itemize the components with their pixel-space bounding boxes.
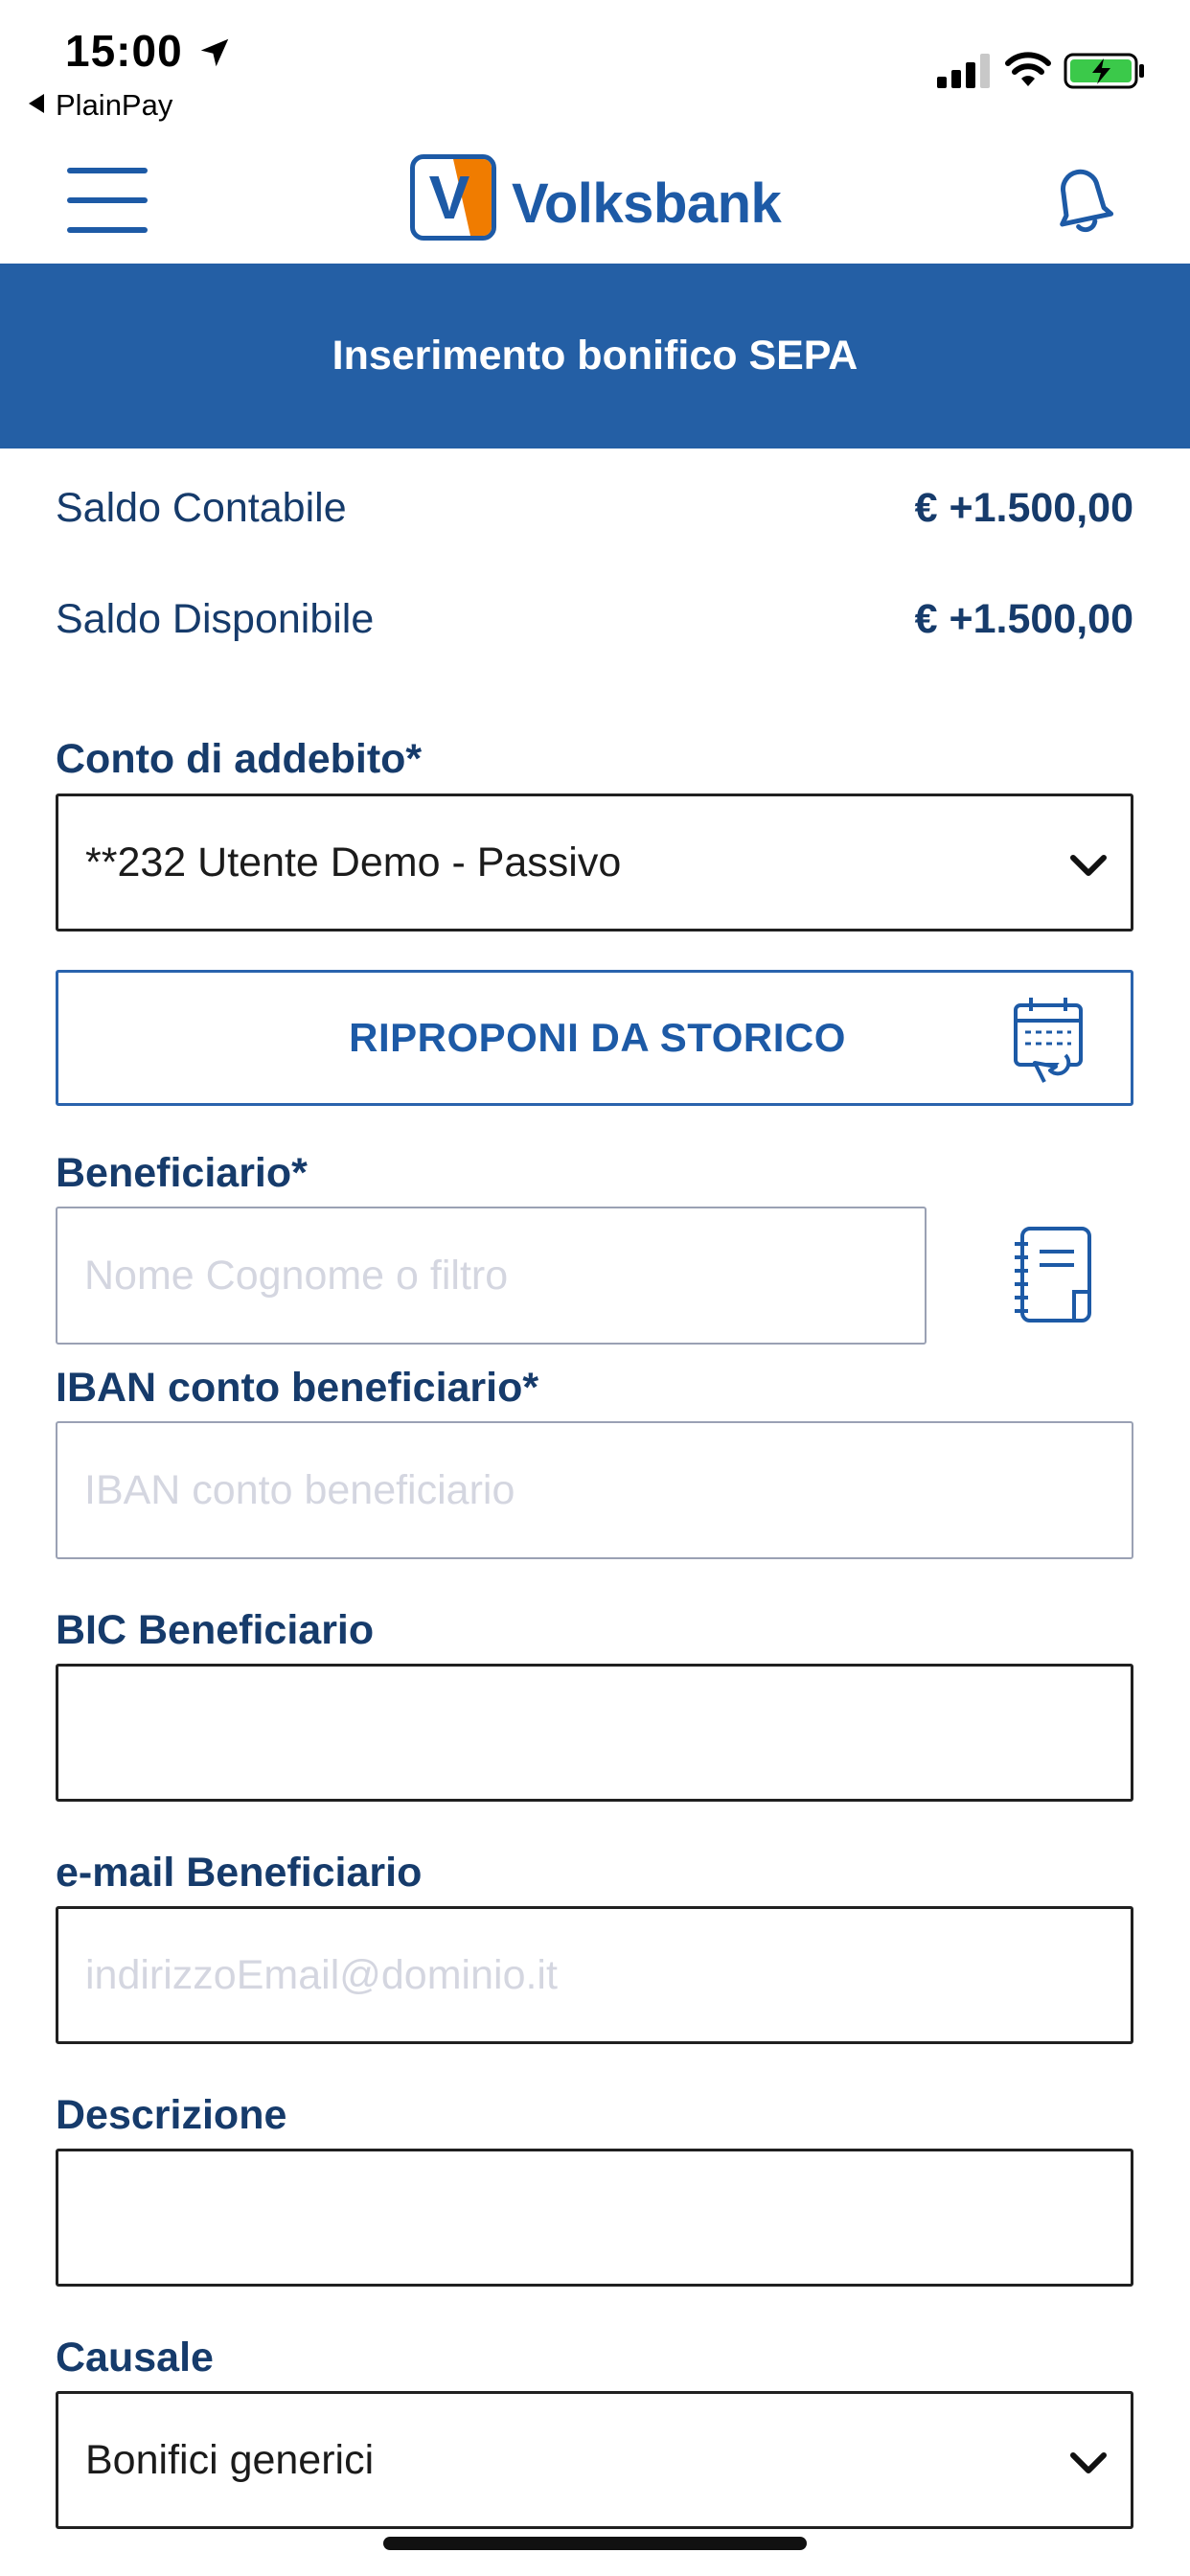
description-label: Descrizione: [56, 2092, 287, 2138]
chevron-down-icon: [1070, 855, 1107, 876]
email-label: e-mail Beneficiario: [56, 1850, 423, 1896]
bell-icon[interactable]: [1044, 160, 1121, 241]
email-input[interactable]: indirizzoEmail@dominio.it: [56, 1906, 1133, 2044]
calendar-history-icon: [1014, 998, 1083, 1083]
location-arrow-icon: [200, 38, 229, 67]
balance-label: Saldo Disponibile: [56, 595, 375, 642]
wifi-icon: [1005, 52, 1051, 86]
page-title-bar: Inserimento bonifico SEPA: [0, 264, 1190, 448]
email-placeholder: indirizzoEmail@dominio.it: [85, 1951, 558, 1998]
hamburger-menu-icon[interactable]: [67, 168, 148, 233]
cellular-signal-icon: [937, 54, 990, 88]
account-select[interactable]: **232 Utente Demo - Passivo: [56, 794, 1133, 932]
beneficiary-label: Beneficiario*: [56, 1150, 308, 1196]
address-book-icon[interactable]: [1011, 1223, 1097, 1326]
back-to-app-link[interactable]: PlainPay: [29, 88, 172, 123]
balance-row-accounting: Saldo Contabile € +1.500,00: [56, 479, 1133, 537]
page-title: Inserimento bonifico SEPA: [332, 333, 858, 379]
account-select-value: **232 Utente Demo - Passivo: [85, 839, 622, 886]
brand-name: Volksbank: [512, 172, 782, 235]
account-label: Conto di addebito*: [56, 736, 423, 782]
back-triangle-icon: [29, 94, 44, 113]
logo-letter: V: [429, 163, 470, 232]
iban-label: IBAN conto beneficiario*: [56, 1365, 539, 1411]
beneficiary-input[interactable]: Nome Cognome o filtro: [56, 1207, 927, 1345]
description-input[interactable]: [56, 2149, 1133, 2287]
app-header: V Volksbank: [0, 129, 1190, 264]
bic-input[interactable]: [56, 1664, 1133, 1802]
iban-placeholder: IBAN conto beneficiario: [84, 1466, 515, 1513]
status-bar: 15:00 PlainPay: [0, 0, 1190, 129]
back-app-label: PlainPay: [56, 88, 173, 122]
iban-input[interactable]: IBAN conto beneficiario: [56, 1421, 1133, 1559]
reason-select[interactable]: Bonifici generici: [56, 2391, 1133, 2529]
home-indicator[interactable]: [383, 2537, 807, 2550]
balance-label: Saldo Contabile: [56, 484, 347, 531]
volksbank-logo-icon: V: [410, 154, 496, 241]
logo-v-glyph: V: [429, 159, 492, 236]
balance-row-available: Saldo Disponibile € +1.500,00: [56, 590, 1133, 648]
battery-charging-icon: [1064, 53, 1144, 89]
reason-select-value: Bonifici generici: [85, 2436, 375, 2483]
reason-label: Causale: [56, 2334, 214, 2380]
balance-value: € +1.500,00: [914, 484, 1133, 531]
status-time: 15:00: [65, 26, 183, 76]
bic-label: BIC Beneficiario: [56, 1607, 375, 1653]
balance-value: € +1.500,00: [914, 595, 1133, 642]
repeat-from-history-button[interactable]: RIPROPONI DA STORICO: [56, 970, 1133, 1106]
beneficiary-placeholder: Nome Cognome o filtro: [84, 1252, 509, 1299]
chevron-down-icon: [1070, 2452, 1107, 2473]
repeat-from-history-label: RIPROPONI DA STORICO: [349, 1015, 846, 1060]
